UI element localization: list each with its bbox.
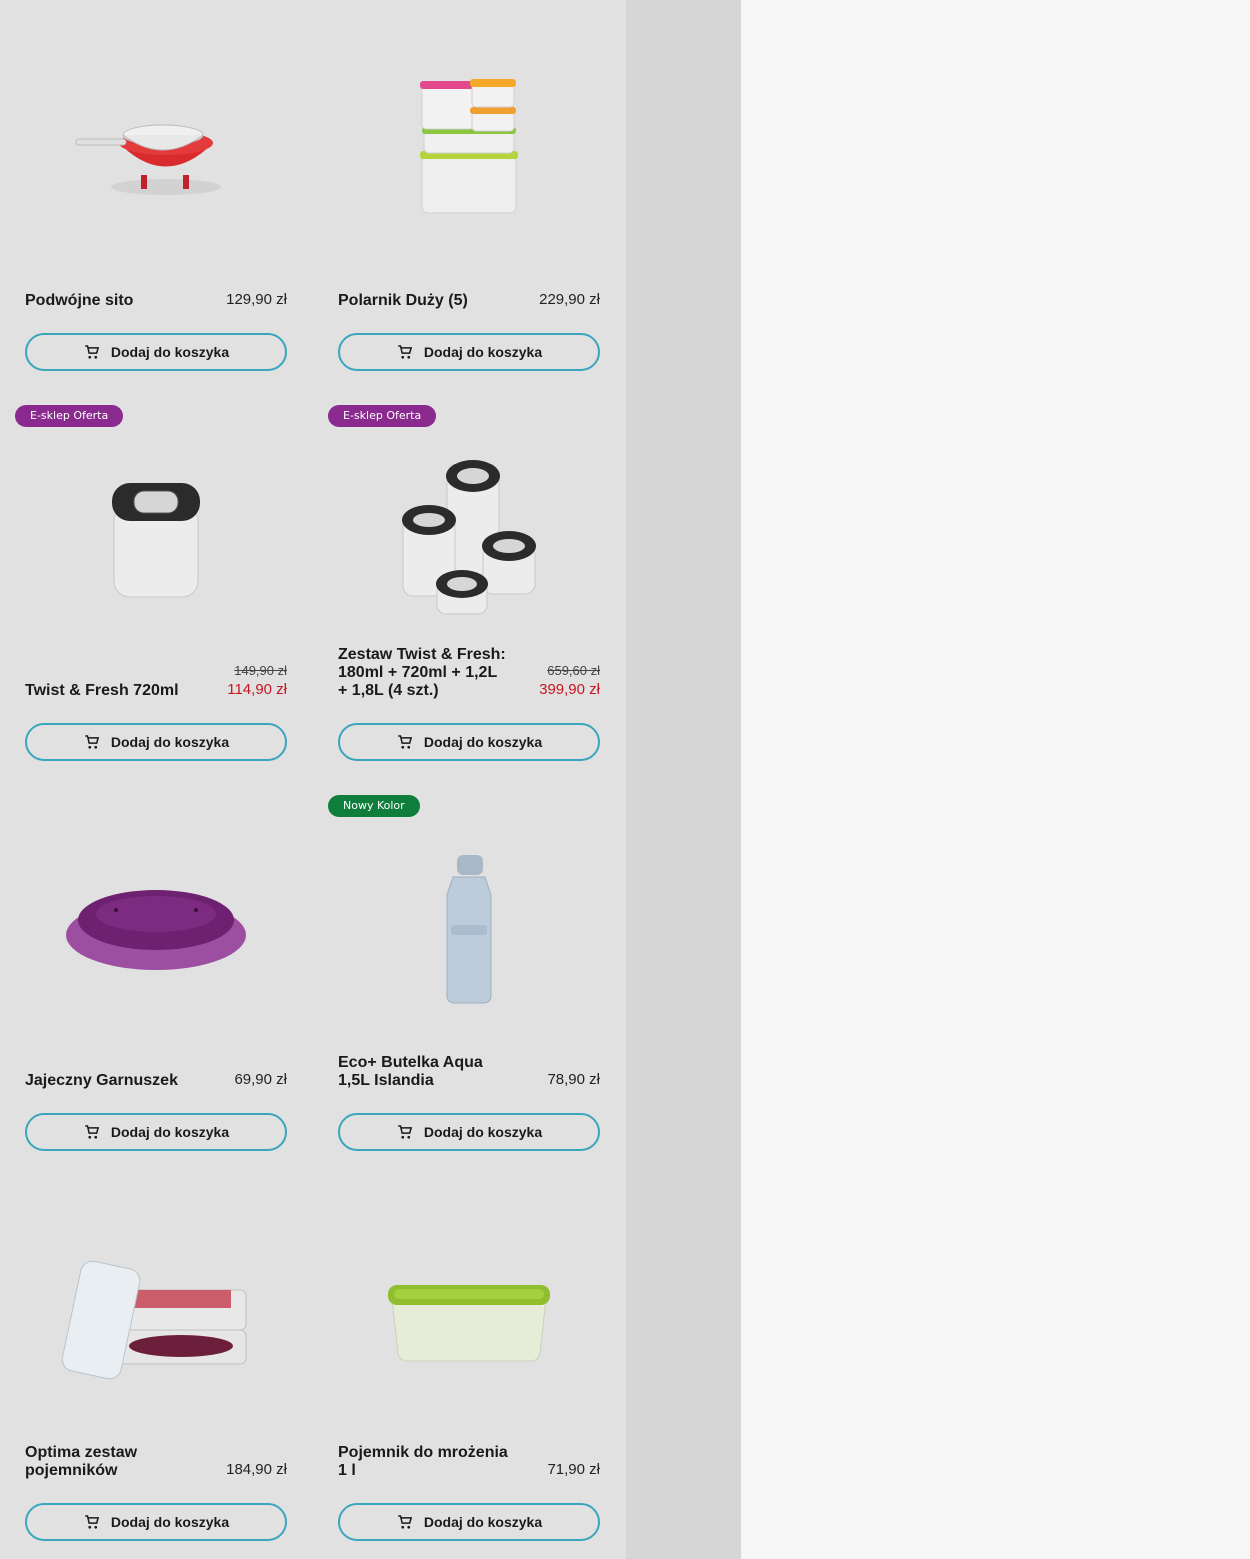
cart-icon — [398, 1125, 413, 1139]
add-to-cart-label: Dodaj do koszyka — [110, 1514, 230, 1530]
add-to-cart-button[interactable]: Dodaj do koszyka — [25, 1113, 287, 1151]
product-price: 229,90 zł — [539, 291, 600, 308]
product-image-freezer-set[interactable] — [338, 30, 600, 270]
side-dim-overlay — [626, 0, 741, 1559]
product-image-twist-fresh[interactable] — [25, 420, 287, 660]
add-to-cart-label: Dodaj do koszyka — [423, 734, 543, 750]
product-name[interactable]: Polarnik Duży (5) — [338, 292, 468, 310]
product-card[interactable]: Jajeczny Garnuszek 69,90 zł Dodaj do kos… — [0, 780, 313, 1170]
add-to-cart-button[interactable]: Dodaj do koszyka — [338, 333, 600, 371]
add-to-cart-label: Dodaj do koszyka — [423, 344, 543, 360]
add-to-cart-button[interactable]: Dodaj do koszyka — [338, 723, 600, 761]
product-image-colander[interactable] — [25, 30, 287, 270]
product-name[interactable]: Podwójne sito — [25, 292, 133, 310]
product-price: 78,90 zł — [547, 1071, 600, 1088]
product-price: 69,90 zł — [234, 1071, 287, 1088]
product-card[interactable]: Polarnik Duży (5) 229,90 zł Dodaj do kos… — [313, 0, 626, 390]
add-to-cart-button[interactable]: Dodaj do koszyka — [338, 1113, 600, 1151]
add-to-cart-label: Dodaj do koszyka — [110, 344, 230, 360]
add-to-cart-button[interactable]: Dodaj do koszyka — [25, 333, 287, 371]
cart-icon — [398, 345, 413, 359]
product-price: 71,90 zł — [547, 1461, 600, 1478]
product-price: 184,90 zł — [226, 1461, 287, 1478]
add-to-cart-label: Dodaj do koszyka — [110, 734, 230, 750]
product-name[interactable]: Pojemnik do mrożenia 1 l — [338, 1444, 508, 1480]
product-image-egg-cooker[interactable] — [25, 810, 287, 1050]
product-name[interactable]: Twist & Fresh 720ml — [25, 682, 179, 700]
product-name[interactable]: Eco+ Butelka Aqua 1,5L Islandia — [338, 1054, 508, 1090]
add-to-cart-label: Dodaj do koszyka — [423, 1124, 543, 1140]
product-image-water-bottle[interactable] — [338, 810, 600, 1050]
product-image-freezer-container[interactable] — [338, 1200, 600, 1440]
sale-price: 114,90 zł — [227, 681, 287, 698]
old-price: 149,90 zł — [234, 663, 287, 678]
product-image-twist-fresh-set[interactable] — [338, 420, 600, 660]
product-name[interactable]: Jajeczny Garnuszek — [25, 1072, 178, 1090]
add-to-cart-button[interactable]: Dodaj do koszyka — [338, 1503, 600, 1541]
product-card[interactable]: Podwójne sito 129,90 zł Dodaj do koszyka — [0, 0, 313, 390]
product-grid: Podwójne sito 129,90 zł Dodaj do koszyka — [0, 0, 626, 1559]
add-to-cart-label: Dodaj do koszyka — [110, 1124, 230, 1140]
cart-icon — [85, 345, 100, 359]
product-card[interactable]: E-sklep Oferta Twist & Fresh 720ml 149,9… — [0, 390, 313, 780]
product-card[interactable]: Optima zestaw pojemników 184,90 zł Dodaj… — [0, 1170, 313, 1559]
product-image-optima-set[interactable] — [25, 1200, 287, 1440]
product-name[interactable]: Zestaw Twist & Fresh: 180ml + 720ml + 1,… — [338, 646, 508, 700]
add-to-cart-button[interactable]: Dodaj do koszyka — [25, 723, 287, 761]
product-card[interactable]: E-sklep Oferta Zestaw Twist & Fresh: 180… — [313, 390, 626, 780]
product-name[interactable]: Optima zestaw pojemników — [25, 1444, 195, 1480]
sale-price: 399,90 zł — [539, 681, 600, 698]
product-card[interactable]: Nowy Kolor Eco+ Butelka Aqua 1,5L Island… — [313, 780, 626, 1170]
old-price: 659,60 zł — [547, 663, 600, 678]
add-to-cart-button[interactable]: Dodaj do koszyka — [25, 1503, 287, 1541]
product-price: 129,90 zł — [226, 291, 287, 308]
add-to-cart-label: Dodaj do koszyka — [423, 1514, 543, 1530]
cart-icon — [85, 735, 100, 749]
cart-icon — [398, 735, 413, 749]
cart-icon — [85, 1515, 100, 1529]
cart-icon — [85, 1125, 100, 1139]
cart-icon — [398, 1515, 413, 1529]
product-card[interactable]: Pojemnik do mrożenia 1 l 71,90 zł Dodaj … — [313, 1170, 626, 1559]
